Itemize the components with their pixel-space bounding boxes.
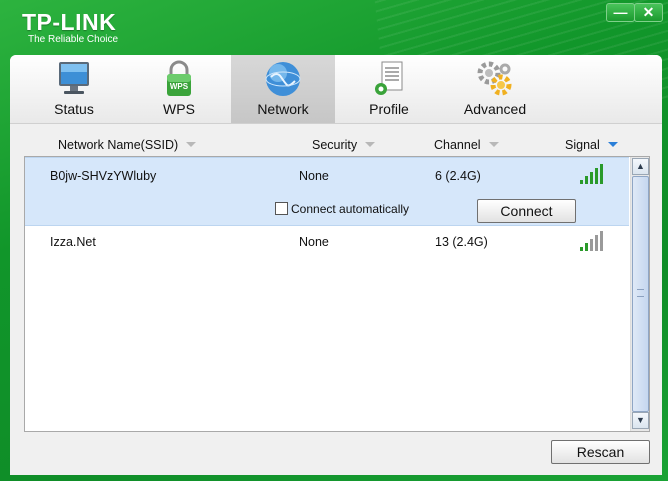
signal-bar bbox=[595, 168, 598, 184]
column-header-ssid[interactable]: Network Name(SSID) bbox=[58, 138, 197, 152]
tab-label: WPS bbox=[163, 101, 195, 117]
auto-connect-checkbox[interactable]: Connect automatically bbox=[275, 202, 409, 216]
scroll-down-button[interactable]: ▼ bbox=[632, 412, 649, 429]
brand-tagline: The Reliable Choice bbox=[28, 34, 119, 45]
wps-badge-text: WPS bbox=[170, 82, 189, 91]
signal-bar bbox=[580, 247, 583, 251]
column-header-channel[interactable]: Channel bbox=[434, 138, 499, 152]
scroll-up-button[interactable]: ▲ bbox=[632, 158, 649, 175]
column-header-signal[interactable]: Signal bbox=[565, 138, 618, 152]
network-ssid: Izza.Net bbox=[50, 235, 96, 249]
auto-connect-label: Connect automatically bbox=[291, 202, 410, 216]
scroll-thumb[interactable] bbox=[632, 176, 649, 412]
signal-bar bbox=[585, 176, 588, 184]
signal-bar bbox=[600, 231, 603, 251]
network-row[interactable]: B0jw-SHVzYWluby None 6 (2.4G) Connect au… bbox=[25, 157, 629, 226]
signal-strength-icon bbox=[580, 164, 606, 184]
profile-document-icon bbox=[375, 61, 403, 95]
signal-bar bbox=[585, 243, 588, 251]
tab-label: Status bbox=[54, 101, 94, 117]
tab-label: Network bbox=[257, 101, 309, 117]
signal-bar bbox=[600, 164, 603, 184]
network-list: B0jw-SHVzYWluby None 6 (2.4G) Connect au… bbox=[24, 156, 650, 432]
signal-bar bbox=[590, 172, 593, 184]
wps-lock-icon: WPS bbox=[167, 60, 191, 96]
signal-bar bbox=[595, 235, 598, 251]
brand-name: TP-LINK bbox=[22, 9, 117, 35]
network-channel: 13 (2.4G) bbox=[435, 235, 488, 249]
monitor-icon bbox=[59, 62, 89, 94]
network-ssid: B0jw-SHVzYWluby bbox=[50, 169, 157, 183]
sort-arrow-icon bbox=[488, 142, 499, 147]
signal-strength-icon bbox=[580, 231, 606, 251]
column-headers: Network Name(SSID) Security Channel Sign… bbox=[24, 136, 624, 154]
gears-icon bbox=[477, 61, 512, 96]
minimize-icon: — bbox=[613, 4, 628, 20]
network-row[interactable]: Izza.Net None 13 (2.4G) bbox=[25, 225, 629, 259]
signal-bar bbox=[580, 180, 583, 184]
column-header-security[interactable]: Security bbox=[312, 138, 376, 152]
tab-status[interactable]: Status bbox=[33, 55, 115, 123]
network-security: None bbox=[299, 169, 329, 183]
vertical-scrollbar[interactable]: ▲ ▼ bbox=[630, 157, 649, 431]
tab-network[interactable]: Network bbox=[231, 55, 335, 123]
minimize-button[interactable]: — bbox=[606, 3, 635, 22]
tab-label: Profile bbox=[369, 101, 409, 117]
sort-arrow-icon bbox=[607, 142, 618, 147]
tab-label: Advanced bbox=[463, 101, 527, 117]
grip-icon bbox=[637, 289, 644, 297]
network-channel: 6 (2.4G) bbox=[435, 169, 481, 183]
tab-advanced[interactable]: Advanced bbox=[454, 55, 536, 123]
signal-bar bbox=[590, 239, 593, 251]
close-icon: ✕ bbox=[642, 4, 655, 20]
app-window: TP-LINK The Reliable Choice — ✕ Status W… bbox=[0, 0, 668, 481]
connect-button[interactable]: Connect bbox=[477, 199, 576, 223]
tab-profile[interactable]: Profile bbox=[348, 55, 430, 123]
tab-wps[interactable]: WPS WPS bbox=[138, 55, 220, 123]
sort-arrow-icon bbox=[186, 142, 197, 147]
network-security: None bbox=[299, 235, 329, 249]
checkbox-icon bbox=[275, 202, 288, 215]
rescan-button[interactable]: Rescan bbox=[551, 440, 650, 464]
globe-icon bbox=[265, 62, 301, 96]
tp-link-logo: TP-LINK The Reliable Choice bbox=[22, 9, 118, 45]
close-button[interactable]: ✕ bbox=[634, 3, 663, 22]
tab-bar: Status WPS WPS Network Profile Advanced bbox=[10, 55, 662, 124]
sort-arrow-icon bbox=[365, 142, 376, 147]
